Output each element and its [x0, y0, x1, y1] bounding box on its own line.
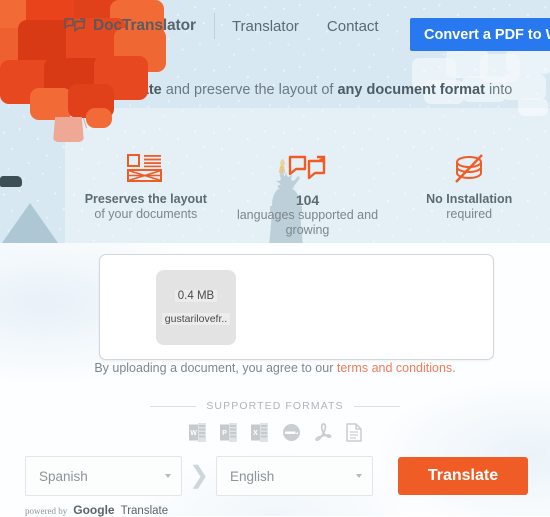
terms-and-conditions-link[interactable]: terms and conditions [337, 361, 452, 375]
tagline-text-1: and preserve the layout of [161, 82, 338, 98]
terms-notice: By uploading a document, you agree to ou… [0, 361, 550, 375]
target-language-select[interactable]: English [216, 456, 373, 496]
hero-tagline: Instantly translate and preserve the lay… [0, 82, 550, 98]
brand-logo[interactable]: DocTranslator [64, 17, 196, 35]
feature-title: No Installation [426, 192, 513, 206]
chevron-right-icon[interactable]: ❯ [182, 464, 216, 488]
target-language-value: English [230, 468, 275, 484]
supported-formats-header: SUPPORTED FORMATS [0, 400, 550, 412]
terms-prefix: By uploading a document, you agree to ou… [94, 361, 337, 375]
feature-subtitle: required [446, 207, 493, 221]
feature-subtitle: of your documents [94, 207, 198, 221]
top-navigation-bar: DocTranslator Translator Contact Convert… [0, 0, 550, 52]
speech-bubbles-icon [64, 18, 86, 32]
file-dropzone[interactable]: 0.4 MB gustarilovefr.. [99, 254, 494, 360]
word-doc-icon: W [188, 423, 206, 442]
language-bubbles-icon [227, 152, 389, 186]
feature-count: 104 [295, 192, 320, 208]
svg-text:P: P [222, 430, 227, 437]
rule-left [150, 405, 197, 407]
pdf-acrobat-icon [314, 423, 332, 441]
powered-by-label: powered by [25, 506, 68, 516]
tagline-strong-2: any document format [337, 82, 485, 98]
powerpoint-icon: P [219, 423, 237, 442]
mountain-decoration [2, 203, 58, 243]
bird-decoration [0, 176, 22, 187]
feature-subtitle: languages supported and growing [236, 208, 379, 237]
uploaded-file-tile[interactable]: 0.4 MB gustarilovefr.. [156, 270, 236, 345]
feature-preserves-layout: Preserves the layout of your documents [65, 152, 227, 232]
file-size-label: 0.4 MB [174, 290, 218, 302]
powered-by-google-translate: powered by Google Translate [25, 503, 168, 517]
feature-languages: 104 languages supported and growing [227, 152, 389, 237]
feature-list: Preserves the layout of your documents 1… [65, 152, 550, 237]
text-file-icon [345, 423, 362, 442]
supported-formats-section: SUPPORTED FORMATS W P X [0, 400, 550, 442]
chevron-down-icon [165, 474, 171, 478]
translate-button[interactable]: Translate [398, 457, 528, 495]
excel-icon: X [250, 423, 268, 442]
tagline-text-2: into [484, 82, 513, 98]
feature-no-installation: No Installation required [388, 152, 550, 232]
translate-wordmark: Translate [120, 505, 169, 517]
source-language-select[interactable]: Spanish [25, 456, 182, 496]
tagline-strong-1: Instantly translate [37, 82, 162, 98]
file-name-label: gustarilovefr.. [161, 313, 231, 325]
nav-divider [213, 13, 215, 39]
source-language-value: Spanish [39, 468, 88, 484]
svg-text:W: W [190, 430, 197, 437]
document-layout-icon [65, 152, 227, 186]
terms-suffix: . [452, 361, 456, 375]
convert-pdf-to-word-button[interactable]: Convert a PDF to Word [410, 18, 550, 51]
svg-text:X: X [253, 430, 258, 437]
format-icon-list: W P X [0, 423, 550, 442]
translate-controls-bar: Spanish ❯ English Translate [0, 455, 550, 497]
openoffice-icon [282, 424, 300, 441]
no-install-disc-icon [388, 152, 550, 186]
nav-link-contact[interactable]: Contact [327, 18, 379, 35]
brand-name: DocTranslator [93, 17, 196, 34]
feature-title: Preserves the layout [84, 192, 207, 206]
chevron-down-icon [356, 474, 362, 478]
supported-formats-label: SUPPORTED FORMATS [206, 400, 344, 412]
nav-link-translator[interactable]: Translator [232, 18, 299, 35]
google-wordmark: Google [73, 503, 115, 517]
rule-right [353, 405, 400, 407]
